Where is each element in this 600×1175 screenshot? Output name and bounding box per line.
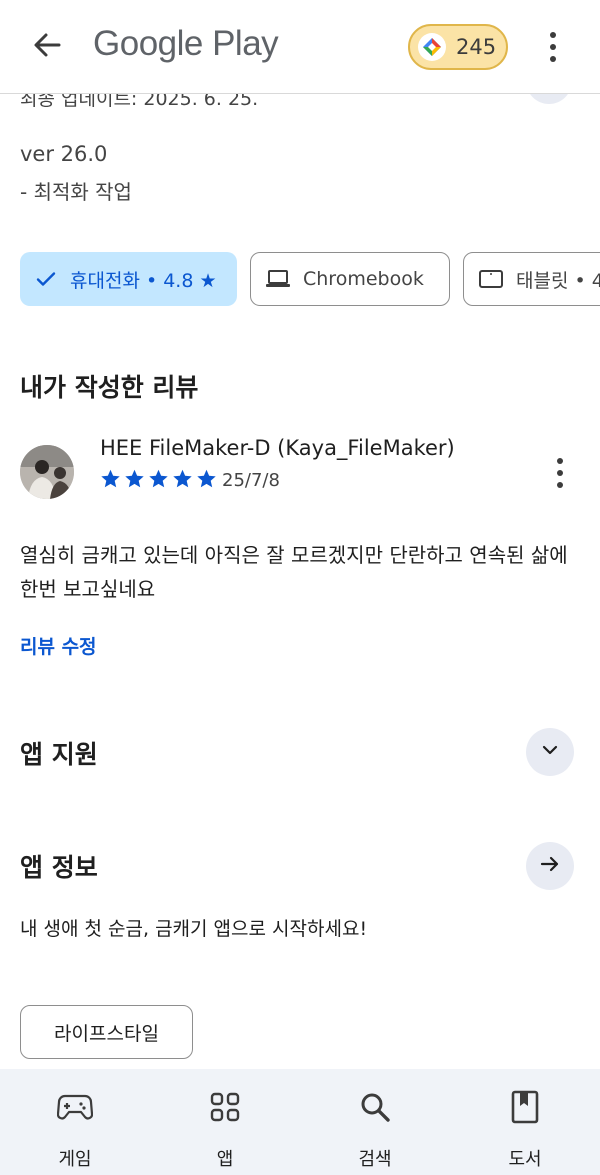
avatar [20, 445, 74, 499]
top-app-bar: Google Play 245 [0, 0, 600, 94]
star-icon [173, 469, 192, 488]
device-chip-label: 태블릿 • 4 [516, 269, 600, 292]
nav-item-apps[interactable]: 앱 [150, 1069, 300, 1175]
back-button[interactable] [26, 26, 68, 68]
review-text: 열심히 금캐고 있는데 아직은 잘 모르겠지만 단란하고 연속된 삶에 한번 보… [20, 543, 568, 601]
play-points-value: 245 [456, 35, 497, 59]
arrow-right-icon [539, 853, 561, 879]
nav-item-games[interactable]: 게임 [0, 1069, 150, 1175]
play-points-badge[interactable]: 245 [408, 24, 508, 70]
more-options-button[interactable] [538, 28, 568, 66]
version-text: ver 26.0 [20, 142, 108, 166]
reviewer-name: HEE FileMaker-D (Kaya_FileMaker) [100, 436, 455, 460]
review-date: 25/7/8 [222, 470, 280, 491]
google-play-logo-text: Google Play [93, 24, 279, 63]
device-chip-label: Chromebook [303, 268, 424, 290]
search-icon [359, 1089, 391, 1125]
star-icon [101, 469, 120, 488]
play-points-icon [418, 33, 446, 61]
star-icon [197, 469, 216, 488]
nav-label: 게임 [58, 1149, 92, 1170]
nav-item-search[interactable]: 검색 [300, 1069, 450, 1175]
nav-label: 앱 [216, 1149, 234, 1170]
device-chip-label: 휴대전화 • 4.8 ★ [70, 269, 217, 292]
category-tag[interactable]: 라이프스타일 [20, 1005, 193, 1059]
bottom-navigation: 게임 앱 검색 도서 [0, 1069, 600, 1175]
check-icon [34, 267, 58, 291]
app-info-arrow-button[interactable] [526, 842, 574, 890]
app-support-title: 앱 지원 [20, 740, 98, 769]
tablet-icon [478, 268, 504, 290]
device-chip-tablet[interactable]: 태블릿 • 4 [463, 252, 600, 306]
apps-grid-icon [210, 1089, 240, 1125]
gamepad-icon [57, 1089, 93, 1125]
app-info-title: 앱 정보 [20, 853, 98, 882]
chevron-down-icon [540, 740, 560, 764]
nav-label: 도서 [508, 1149, 542, 1170]
rating-stars [100, 468, 217, 489]
book-icon [511, 1089, 539, 1125]
app-support-expand-button[interactable] [526, 728, 574, 776]
laptop-icon [265, 268, 291, 290]
device-chip-phone[interactable]: 휴대전화 • 4.8 ★ [20, 252, 237, 306]
star-icon [125, 469, 144, 488]
nav-item-books[interactable]: 도서 [450, 1069, 600, 1175]
nav-label: 검색 [358, 1149, 392, 1170]
my-review-title: 내가 작성한 리뷰 [20, 373, 199, 402]
changelog-text: - 최적화 작업 [20, 180, 132, 204]
app-description: 내 생애 첫 순금, 금캐기 앱으로 시작하세요! [20, 918, 368, 940]
review-more-options-button[interactable] [548, 456, 572, 490]
device-chip-chromebook[interactable]: Chromebook [250, 252, 450, 306]
star-icon [149, 469, 168, 488]
arrow-back-icon [32, 30, 62, 64]
edit-review-link[interactable]: 리뷰 수정 [20, 632, 97, 659]
